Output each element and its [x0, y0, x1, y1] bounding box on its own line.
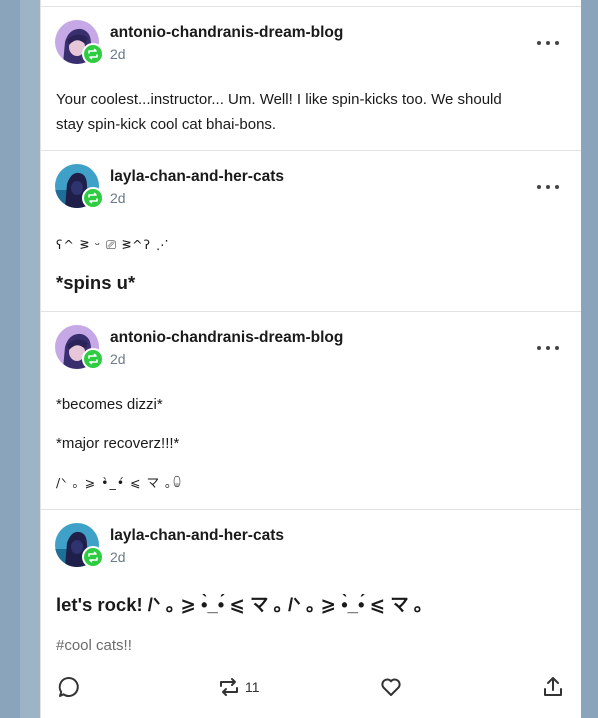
post-time: 2d	[110, 351, 126, 367]
reblog-badge-icon	[82, 187, 104, 209]
post-time: 2d	[110, 46, 126, 62]
reply-button[interactable]	[57, 675, 81, 699]
post-time: 2d	[110, 549, 126, 565]
more-options-icon[interactable]	[537, 341, 559, 355]
kaomoji-text: /ᐠ ｡ ⩾ •̀_•́ ⩽ マ ｡ꐑ	[56, 475, 184, 490]
blog-name[interactable]: antonio-chandranis-dream-blog	[110, 329, 343, 347]
divider	[41, 6, 581, 7]
share-icon	[544, 677, 562, 696]
post-text-line: *major recoverz!!!*	[56, 435, 180, 452]
reblog-badge-icon	[82, 546, 104, 568]
post-text-line: Your coolest...instructor... Um. Well! I…	[56, 91, 502, 108]
comment-icon	[58, 676, 79, 697]
reblog-badge-icon	[82, 348, 104, 370]
heart-icon	[381, 678, 401, 696]
blog-name[interactable]: layla-chan-and-her-cats	[110, 527, 284, 545]
post-tag[interactable]: #cool cats!!	[56, 637, 132, 654]
reblog-badge-icon	[82, 43, 104, 65]
divider	[41, 311, 581, 312]
reblog-count: 11	[245, 679, 260, 695]
post-text-line: *becomes dizzi*	[56, 396, 163, 413]
blog-name[interactable]: antonio-chandranis-dream-blog	[110, 24, 343, 42]
like-button[interactable]	[379, 675, 403, 699]
reblog-button[interactable]: 11	[217, 675, 260, 699]
divider	[41, 509, 581, 510]
blog-name[interactable]: layla-chan-and-her-cats	[110, 168, 284, 186]
share-button[interactable]	[541, 675, 565, 699]
reblog-icon	[220, 678, 238, 696]
post-time: 2d	[110, 190, 126, 206]
more-options-icon[interactable]	[537, 180, 559, 194]
post-heading: let's rock! /ᐠ ｡ ⩾ •̀_•́ ⩽ マ ｡ /ᐠ ｡ ⩾ •̀…	[56, 594, 424, 615]
more-options-icon[interactable]	[537, 36, 559, 50]
background-strip	[20, 0, 40, 718]
post-text: Your coolest...instructor... Um. Well! I…	[56, 87, 556, 137]
divider	[41, 150, 581, 151]
kaomoji-text: ʕ^ ᕒ ᵕ ⎚ ᕒ^ʔ ⋰	[56, 237, 170, 252]
post-text-line: stay spin-kick cool cat bhai-bons.	[56, 116, 277, 133]
post-heading: *spins u*	[56, 272, 136, 293]
reblog-thread-card: antonio-chandranis-dream-blog 2d Your co…	[40, 0, 581, 718]
